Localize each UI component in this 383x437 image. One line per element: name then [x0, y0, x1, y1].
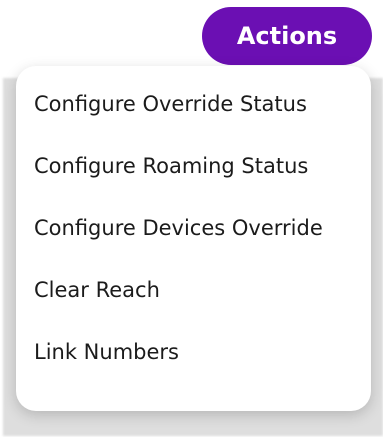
stage: Actions Configure Override Status Config… — [0, 0, 383, 437]
actions-dropdown-menu: Configure Override Status Configure Roam… — [16, 66, 371, 411]
menu-item-link-numbers[interactable]: Link Numbers — [16, 321, 371, 383]
menu-list: Configure Override Status Configure Roam… — [16, 73, 371, 383]
menu-item-clear-reach[interactable]: Clear Reach — [16, 259, 371, 321]
menu-item-configure-roaming-status[interactable]: Configure Roaming Status — [16, 135, 371, 197]
menu-item-configure-override-status[interactable]: Configure Override Status — [16, 73, 371, 135]
menu-item-configure-devices-override[interactable]: Configure Devices Override — [16, 197, 371, 259]
actions-button[interactable]: Actions — [202, 7, 372, 65]
